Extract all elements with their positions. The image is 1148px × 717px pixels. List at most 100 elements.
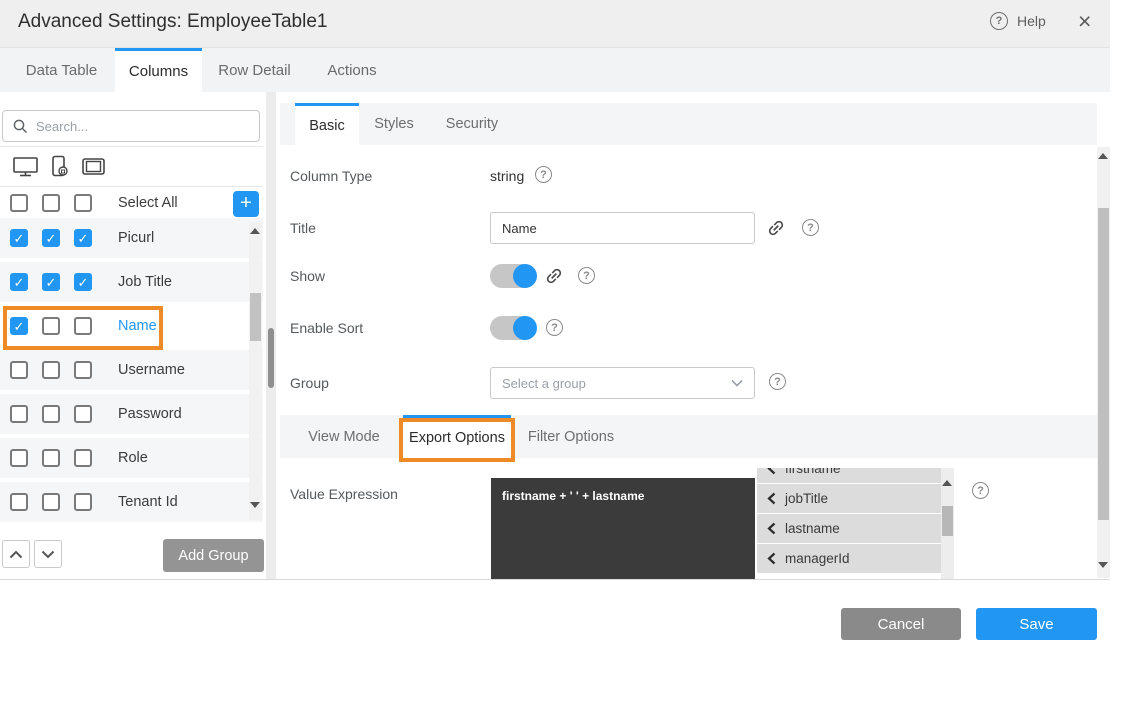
field-item-label: lastname <box>785 521 840 536</box>
group-select[interactable]: Select a group <box>490 367 755 399</box>
tab-export-options[interactable]: Export Options <box>403 415 511 458</box>
move-up-button[interactable] <box>2 540 30 568</box>
help-icon: ? <box>990 12 1008 30</box>
field-item-managerid[interactable]: managerId <box>757 544 941 573</box>
help-icon[interactable]: ? <box>578 267 595 284</box>
close-icon[interactable]: × <box>1078 8 1091 34</box>
sidebar-scroll-thumb[interactable] <box>250 293 261 341</box>
group-label: Group <box>290 375 329 391</box>
tab-actions[interactable]: Actions <box>307 48 397 92</box>
fields-scroll-thumb[interactable] <box>942 506 953 536</box>
column-checkbox[interactable] <box>42 405 60 423</box>
add-group-button[interactable]: Add Group <box>163 539 264 572</box>
show-toggle[interactable] <box>490 264 536 288</box>
column-checkbox[interactable] <box>42 361 60 379</box>
select-all-label: Select All <box>118 195 178 211</box>
column-checkbox[interactable] <box>42 273 60 291</box>
cancel-button[interactable]: Cancel <box>841 608 961 640</box>
column-checkbox[interactable] <box>74 493 92 511</box>
column-row-username[interactable]: Username <box>0 350 263 394</box>
fields-list: firstname jobTitle lastname managerId <box>757 468 941 580</box>
column-checkbox[interactable] <box>10 317 28 335</box>
splitter-handle[interactable] <box>268 328 274 388</box>
panel-scroll-thumb[interactable] <box>1098 208 1109 520</box>
column-checkbox[interactable] <box>10 449 28 467</box>
column-checkbox[interactable] <box>42 449 60 467</box>
title-input[interactable] <box>490 212 755 244</box>
plus-icon: + <box>240 192 252 214</box>
tablet-icon[interactable] <box>81 156 107 178</box>
advanced-settings-dialog: Advanced Settings: EmployeeTable1 ? Help… <box>0 0 1148 717</box>
select-all-row: Select All <box>0 188 263 218</box>
tab-data-table[interactable]: Data Table <box>8 48 115 92</box>
column-row-name[interactable]: Name <box>0 306 263 350</box>
expression-code: firstname + ' ' + lastname <box>502 489 644 503</box>
column-row-job-title[interactable]: Job Title <box>0 262 263 306</box>
column-checkbox[interactable] <box>10 273 28 291</box>
column-checkbox[interactable] <box>74 229 92 247</box>
field-item-jobtitle[interactable]: jobTitle <box>757 484 941 513</box>
device-filter-row <box>0 146 263 187</box>
column-checkbox[interactable] <box>42 229 60 247</box>
column-settings-panel: Basic Styles Security Column Type string… <box>280 92 1097 580</box>
tab-filter-options[interactable]: Filter Options <box>523 415 619 458</box>
enable-sort-toggle[interactable] <box>490 316 536 340</box>
select-all-checkbox-tablet[interactable] <box>74 194 92 212</box>
column-checkbox[interactable] <box>10 229 28 247</box>
tab-styles[interactable]: Styles <box>359 103 429 145</box>
tab-view-mode[interactable]: View Mode <box>288 415 400 458</box>
move-down-button[interactable] <box>34 540 62 568</box>
add-column-button[interactable]: + <box>233 191 259 217</box>
select-all-checkbox-desktop[interactable] <box>10 194 28 212</box>
help-icon[interactable]: ? <box>769 373 786 390</box>
fields-scrollbar[interactable] <box>941 468 954 580</box>
help-icon[interactable]: ? <box>546 319 563 336</box>
save-button[interactable]: Save <box>976 608 1097 640</box>
column-checkbox[interactable] <box>74 449 92 467</box>
column-checkbox[interactable] <box>10 405 28 423</box>
tab-security[interactable]: Security <box>429 103 515 145</box>
column-checkbox[interactable] <box>10 361 28 379</box>
column-checkbox[interactable] <box>74 317 92 335</box>
column-checkbox[interactable] <box>74 405 92 423</box>
column-row-password[interactable]: Password <box>0 394 263 438</box>
scroll-up-icon[interactable] <box>250 228 260 234</box>
column-row-tenant-id[interactable]: Tenant Id <box>0 482 263 526</box>
sidebar-scrollbar[interactable] <box>249 222 262 520</box>
scroll-up-icon[interactable] <box>1098 153 1108 159</box>
panel-splitter <box>266 92 276 580</box>
column-checkbox[interactable] <box>10 493 28 511</box>
enable-sort-label: Enable Sort <box>290 320 363 336</box>
column-row-role[interactable]: Role <box>0 438 263 482</box>
tab-row-detail[interactable]: Row Detail <box>202 48 307 92</box>
scroll-down-icon[interactable] <box>1098 562 1108 568</box>
select-all-checkbox-mobile[interactable] <box>42 194 60 212</box>
desktop-icon[interactable] <box>12 155 39 179</box>
mobile-icon[interactable] <box>50 155 70 179</box>
help-icon[interactable]: ? <box>802 219 819 236</box>
field-item-firstname[interactable]: firstname <box>757 468 941 483</box>
column-checkbox[interactable] <box>74 273 92 291</box>
link-icon[interactable] <box>544 266 564 291</box>
column-checkbox[interactable] <box>74 361 92 379</box>
group-select-placeholder: Select a group <box>502 376 731 391</box>
value-expression-editor[interactable]: firstname + ' ' + lastname <box>491 478 755 580</box>
search-input[interactable] <box>36 119 259 134</box>
tab-basic[interactable]: Basic <box>295 103 359 145</box>
column-checkbox[interactable] <box>42 317 60 335</box>
panel-scrollbar[interactable] <box>1097 147 1110 578</box>
tab-columns[interactable]: Columns <box>115 48 202 92</box>
help-button[interactable]: ? Help <box>990 12 1046 30</box>
link-icon[interactable] <box>766 218 786 243</box>
field-item-lastname[interactable]: lastname <box>757 514 941 543</box>
field-item-label: jobTitle <box>785 491 828 506</box>
column-row-picurl[interactable]: Picurl <box>0 218 263 262</box>
help-icon[interactable]: ? <box>972 482 989 499</box>
help-icon[interactable]: ? <box>535 166 552 183</box>
scroll-up-icon[interactable] <box>942 480 952 486</box>
column-checkbox[interactable] <box>42 493 60 511</box>
options-tabs: View Mode Export Options Filter Options <box>280 415 1097 458</box>
scroll-down-icon[interactable] <box>250 502 260 508</box>
search-box <box>2 110 260 142</box>
chevron-down-icon <box>731 379 743 387</box>
